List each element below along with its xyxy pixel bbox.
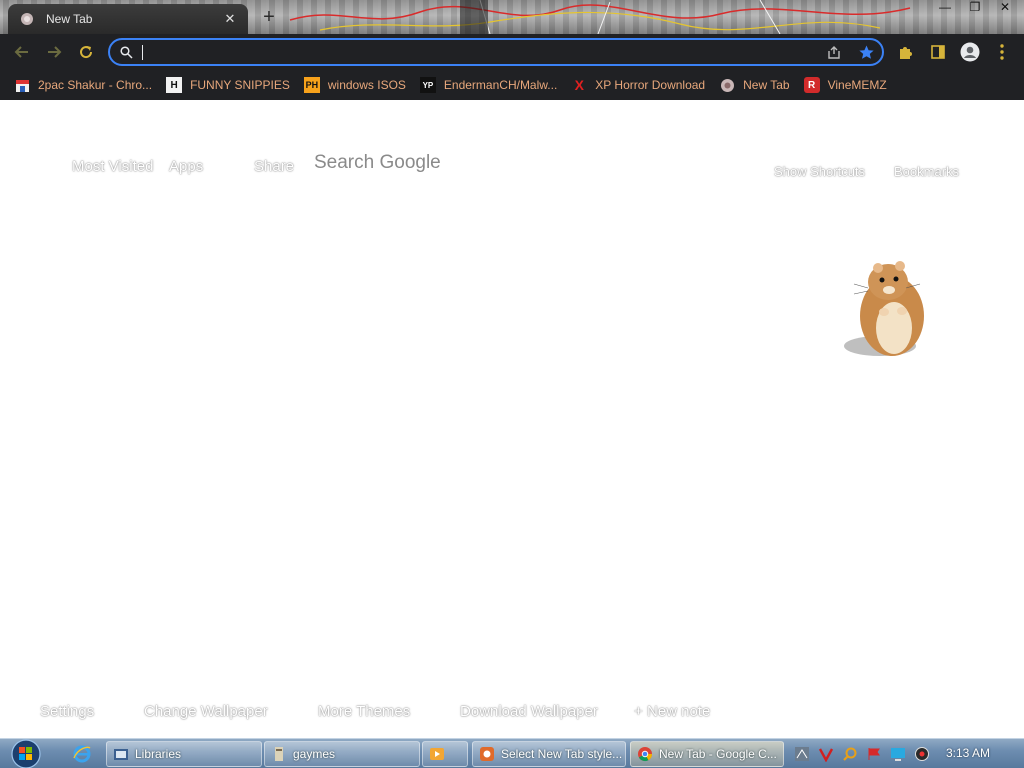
most-visited-link[interactable]: Most Visited [72, 158, 153, 175]
bookmark-label: New Tab [743, 78, 790, 92]
bookmark-windows-isos[interactable]: PH windows ISOS [303, 73, 414, 97]
bookmark-label: FUNNY SNIPPIES [190, 78, 290, 92]
new-note-link[interactable]: New note [647, 703, 710, 720]
bookmark-x-icon: X [574, 77, 584, 93]
profile-button[interactable] [960, 42, 980, 62]
close-tab-icon[interactable]: ✕ [222, 11, 238, 27]
share-link[interactable]: Share [254, 158, 294, 175]
apps-link[interactable]: Apps [169, 158, 203, 175]
text-caret [142, 45, 143, 60]
forward-button[interactable] [44, 42, 64, 62]
newtab-favicon-icon [21, 13, 33, 25]
monitor-tray-icon[interactable] [890, 746, 906, 762]
taskbar-item-media-player[interactable] [422, 741, 468, 767]
taskbar-item-chrome[interactable]: New Tab - Google C... [630, 741, 784, 767]
bookmark-label: VineMEMZ [827, 78, 887, 92]
window-controls: — ❐ ✕ [932, 0, 1018, 16]
network-tray-icon[interactable] [794, 746, 810, 762]
flag-tray-icon[interactable] [866, 746, 882, 762]
back-button[interactable] [12, 42, 32, 62]
browser-toolbar [0, 34, 1024, 70]
download-wallpaper-link[interactable]: Download Wallpaper [460, 703, 598, 720]
show-shortcuts-link[interactable]: Show Shortcuts [774, 164, 865, 179]
bookmark-h-icon: H [166, 77, 183, 93]
taskbar-item-gaymes[interactable]: gaymes [264, 741, 420, 767]
volume-tray-icon[interactable] [914, 746, 930, 762]
taskbar: Libraries gaymes Select New Tab style...… [0, 738, 1024, 768]
bookmark-label: windows ISOS [327, 78, 406, 92]
change-wallpaper-link[interactable]: Change Wallpaper [144, 703, 268, 720]
file-icon [275, 747, 283, 761]
bookmark-new-tab[interactable]: New Tab [719, 73, 797, 97]
arrow-left-icon [14, 46, 28, 58]
taskbar-item-label: Libraries [135, 747, 182, 761]
extensions-button[interactable] [896, 42, 916, 62]
share-icon[interactable] [826, 45, 842, 61]
plus-icon: + [263, 6, 275, 28]
bookmark-yp-icon: YP [419, 77, 436, 93]
restore-icon[interactable]: ❐ [962, 0, 988, 16]
reload-button[interactable] [76, 42, 96, 62]
magnifier-tray-icon[interactable] [842, 746, 858, 762]
side-panel-button[interactable] [928, 42, 948, 62]
bookmarks-link[interactable]: Bookmarks [894, 164, 959, 179]
bookmark-label: 2pac Shakur - Chro... [38, 78, 153, 92]
bookmark-ph-icon: PH [303, 77, 320, 93]
reload-icon [80, 46, 93, 59]
window-close-icon[interactable]: ✕ [992, 0, 1018, 16]
tab-title: New Tab [46, 12, 93, 26]
search-google-box[interactable]: Search Google [314, 152, 441, 174]
bookmark-store-icon [14, 77, 30, 93]
theme-artwork [289, 0, 911, 34]
arrow-right-icon [48, 46, 62, 58]
internet-explorer-icon[interactable] [72, 744, 92, 764]
taskbar-item-label: gaymes [293, 747, 336, 761]
bookmark-2pac[interactable]: 2pac Shakur - Chro... [14, 73, 160, 97]
search-icon [120, 46, 133, 59]
taskbar-item-label: Select New Tab style... [501, 747, 623, 761]
bookmark-label: EndermanCH/Malw... [443, 78, 558, 92]
address-input[interactable] [144, 42, 804, 62]
start-button[interactable] [4, 737, 44, 768]
more-themes-link[interactable]: More Themes [318, 703, 410, 720]
taskbar-item-newtab-style[interactable]: Select New Tab style... [472, 741, 626, 767]
taskbar-clock[interactable]: 3:13 AM [946, 746, 990, 760]
bookmark-label: XP Horror Download [595, 78, 706, 92]
sidepanel-icon [931, 45, 945, 59]
taskbar-item-label: New Tab - Google C... [659, 747, 777, 761]
chrome-icon [638, 747, 653, 762]
browser-menu-button[interactable] [992, 42, 1012, 62]
hamster-image [844, 261, 924, 356]
avatar-icon [960, 42, 980, 62]
v-tray-icon[interactable] [818, 746, 834, 762]
minimize-icon[interactable]: — [932, 0, 958, 16]
bookmark-endermanch[interactable]: YP EndermanCH/Malw... [419, 73, 565, 97]
new-tab-button[interactable]: + [258, 6, 280, 28]
bookmark-xp-horror[interactable]: X XP Horror Download [571, 73, 713, 97]
bookmark-funny-snippies[interactable]: H FUNNY SNIPPIES [166, 73, 298, 97]
tab-new-tab[interactable]: New Tab ✕ [8, 4, 248, 34]
star-icon[interactable] [858, 44, 875, 61]
puzzle-icon [900, 47, 912, 59]
app-icon [480, 747, 494, 761]
omnibox[interactable] [108, 38, 884, 66]
new-note-plus-icon[interactable]: + [634, 703, 643, 720]
folder-icon [114, 749, 128, 760]
new-tab-page: Most Visited Apps Share Search Google Sh… [0, 100, 1024, 738]
bookmark-vinememz[interactable]: R VineMEMZ [803, 73, 895, 97]
settings-link[interactable]: Settings [40, 703, 94, 720]
media-player-icon [430, 748, 444, 760]
kebab-menu-icon [1000, 44, 1004, 60]
bookmarks-bar: 2pac Shakur - Chro... H FUNNY SNIPPIES P… [0, 70, 1024, 100]
bookmark-globe-icon [719, 77, 735, 93]
taskbar-item-libraries[interactable]: Libraries [106, 741, 262, 767]
tab-strip: New Tab ✕ + — ❐ ✕ [0, 0, 1024, 34]
bookmark-r-icon: R [803, 77, 820, 93]
